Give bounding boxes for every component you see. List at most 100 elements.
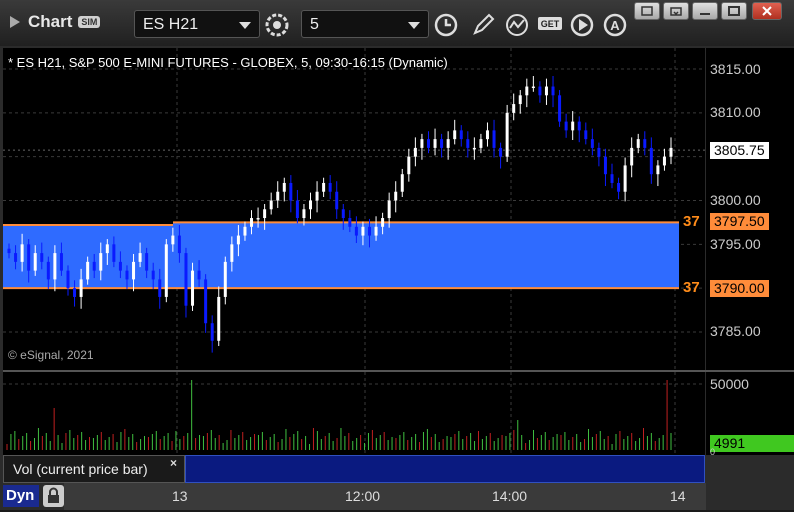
candle-body [250, 218, 254, 227]
candle-body [276, 191, 280, 201]
candle-body [499, 147, 503, 157]
candle-body [459, 130, 463, 140]
candle-body [617, 182, 621, 192]
candle-body [590, 139, 594, 148]
interval-input[interactable]: 5 [301, 10, 429, 38]
candle-body [46, 261, 50, 280]
close-icon [762, 6, 772, 16]
candle-body [367, 226, 371, 236]
symbol-value: ES H21 [143, 16, 199, 33]
volume-pane[interactable] [3, 372, 705, 455]
study-strip [185, 455, 705, 483]
candle-body [630, 147, 634, 166]
maximize-button[interactable] [721, 2, 747, 20]
candle-body [289, 182, 293, 201]
volume-axis-zero: 0 [710, 447, 716, 457]
clock-icon[interactable] [432, 11, 460, 39]
candle-body [440, 139, 444, 148]
close-study-icon[interactable]: × [170, 456, 177, 470]
zone-bottom-price-tag: 3790.00 [710, 280, 769, 297]
play-icon[interactable] [568, 11, 596, 39]
zone-top-count: 37 [683, 213, 700, 230]
candle-body [426, 139, 430, 148]
price-tick: 3810.00 [710, 104, 761, 120]
candle-body [73, 288, 77, 297]
candle-body [531, 86, 535, 89]
price-tick: 3800.00 [710, 192, 761, 208]
candle-body [171, 235, 175, 245]
time-tick: 12:00 [345, 488, 381, 504]
time-axis[interactable] [64, 483, 706, 510]
chevron-down-icon[interactable] [408, 22, 420, 29]
chevron-down-icon[interactable] [239, 22, 251, 29]
candle-body [223, 261, 227, 297]
dynamic-button[interactable]: Dyn [3, 485, 39, 507]
pencil-draw-icon[interactable] [469, 11, 497, 39]
svg-text:A: A [610, 18, 620, 33]
settings-gear-icon[interactable] [263, 11, 291, 39]
candle-body [263, 209, 267, 219]
candle-body [14, 253, 18, 262]
candle-body [354, 226, 358, 236]
candle-body [210, 323, 214, 341]
candle-body [374, 226, 378, 236]
time-tick: 13 [172, 488, 188, 504]
candle-body [341, 209, 345, 219]
volume-axis-top: 50000 [710, 376, 749, 392]
candle-body [282, 182, 286, 192]
candle-body [230, 244, 234, 262]
get-data-icon[interactable]: GET [536, 11, 564, 39]
candle-body [158, 279, 162, 297]
price-chart-pane[interactable] [3, 48, 705, 370]
close-button[interactable] [752, 2, 782, 20]
candle-body [66, 270, 70, 289]
candle-body [512, 104, 516, 113]
maximize-icon [728, 6, 740, 16]
candle-body [387, 200, 391, 219]
underscore-icon [700, 13, 710, 15]
study-icon[interactable] [503, 11, 531, 39]
sim-badge: SIM [78, 16, 101, 28]
candle-body [538, 86, 542, 96]
candle-body [236, 235, 240, 245]
candle-body [466, 139, 470, 148]
candle-body [40, 253, 44, 262]
time-tick: 14:00 [492, 488, 528, 504]
candle-body [505, 112, 509, 157]
candle-body [662, 156, 666, 166]
price-tick: 3815.00 [710, 61, 761, 77]
minimize-to-bar-button[interactable] [692, 2, 718, 20]
candle-body [295, 200, 299, 219]
alert-icon[interactable]: A [601, 11, 629, 39]
candle-body [407, 156, 411, 175]
chart-pin-icon [10, 16, 20, 28]
price-tick: 3785.00 [710, 323, 761, 339]
candle-body [656, 165, 660, 175]
lock-button[interactable] [43, 485, 64, 507]
minimize-button[interactable] [634, 2, 660, 20]
volume-study-label[interactable]: Vol (current price bar) [3, 455, 185, 483]
candle-body [328, 182, 332, 192]
volume-current-tag: 4991 [710, 435, 794, 452]
supply-zone-right [173, 222, 679, 289]
candle-body [446, 139, 450, 148]
candle-body [381, 218, 385, 227]
candle-body [53, 253, 57, 280]
candle-body [7, 248, 11, 254]
axis-corner [706, 483, 794, 510]
candle-body [132, 261, 136, 280]
candle-body [105, 244, 109, 254]
candle-body [525, 86, 529, 96]
candle-body [138, 253, 142, 262]
candle-body [191, 270, 195, 306]
candle-body [400, 174, 404, 192]
candle-body [394, 191, 398, 201]
minimize-icon [641, 6, 653, 16]
candle-body [623, 165, 627, 192]
candle-body [33, 253, 37, 271]
candle-body [669, 147, 673, 157]
symbol-input[interactable]: ES H21 [134, 10, 260, 38]
restore-button[interactable] [663, 2, 689, 20]
interval-value: 5 [310, 16, 319, 33]
restore-icon [670, 7, 682, 16]
